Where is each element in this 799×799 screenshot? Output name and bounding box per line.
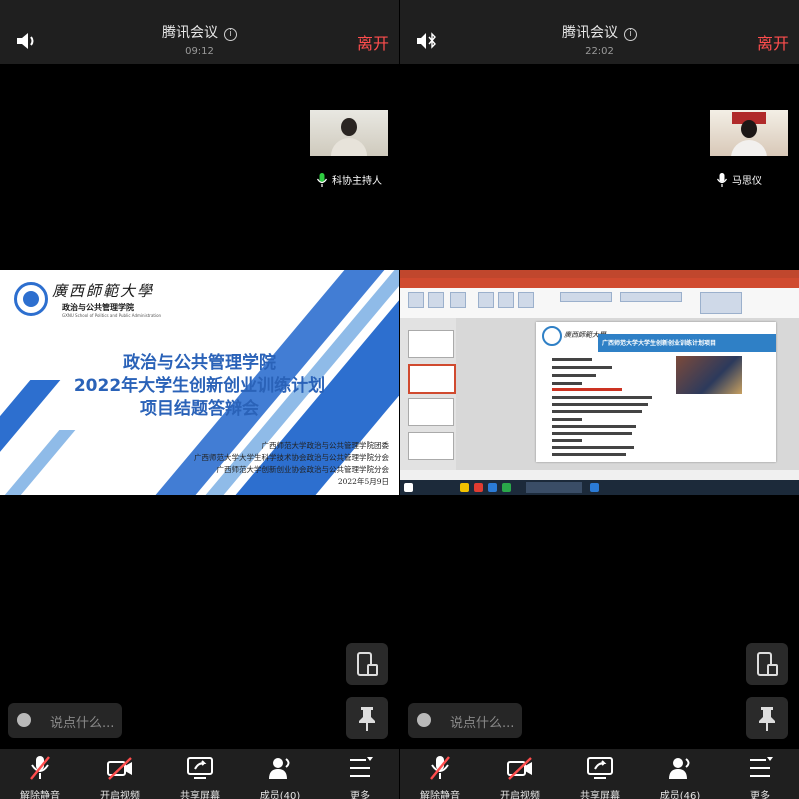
info-icon[interactable]: i [624, 28, 637, 41]
slide-title-line1: 政治与公共管理学院 [123, 353, 276, 373]
shared-screen[interactable]: 廣西師範大學 政治与公共管理学院 GXNU School of Politics… [0, 270, 399, 495]
top-bar: 腾讯会议 i 09:12 离开 [0, 0, 399, 64]
share-screen-button[interactable]: 共享屏幕 [160, 749, 240, 799]
slide-org1: 广西师范大学政治与公共管理学院团委 [261, 441, 390, 450]
pin-icon [359, 707, 375, 731]
more-button[interactable]: 更多 [320, 749, 399, 799]
mic-muted-icon [30, 756, 50, 780]
mic-icon [716, 173, 728, 187]
avatar [341, 118, 357, 136]
top-bar: 腾讯会议 i 22:02 离开 [400, 0, 799, 64]
more-icon [750, 757, 773, 777]
slide-header: 广西师范大学大学生创新创业训练计划项目 [602, 340, 717, 347]
participant-label: 科协主持人 [316, 172, 382, 187]
more-icon [350, 757, 373, 777]
meeting-toolbar: 解除静音 开启视频 共享屏幕 成员(46) 更多 [400, 749, 799, 799]
share-screen-icon [187, 757, 213, 779]
slide-org3: 广西师范大学创新创业协会政治与公共管理学院分会 [216, 465, 390, 474]
mic-icon [316, 173, 328, 187]
university-logo [14, 282, 48, 316]
more-button[interactable]: 更多 [720, 749, 799, 799]
school-name-en: GXNU School of Politics and Public Admin… [62, 313, 162, 318]
leave-button[interactable]: 离开 [357, 30, 389, 54]
university-logo [542, 326, 562, 346]
phone-icon [757, 652, 778, 676]
unmute-button[interactable]: 解除静音 [400, 749, 480, 799]
meeting-time: 09:12 [185, 46, 214, 57]
phone-audio-button[interactable] [346, 643, 388, 685]
camera-off-icon [107, 757, 132, 780]
ppt-titlebar [400, 270, 799, 278]
emoji-icon[interactable] [17, 713, 31, 727]
phone-audio-button[interactable] [746, 643, 788, 685]
slide-date: 2022年5月9日 [337, 477, 389, 486]
chat-input[interactable]: 说点什么... [408, 703, 522, 738]
pin-icon [759, 707, 775, 731]
powerpoint-window: 廣西師範大學 广西师范大学大学生创新创业训练计划项目 [400, 270, 799, 495]
members-icon [669, 758, 690, 779]
meeting-panel-right: 腾讯会议 i 22:02 离开 马思仪 廣西師範大學 广西师范大学大学生创新创业… [400, 0, 799, 799]
members-button[interactable]: 成员(46) [640, 749, 720, 799]
university-name: 廣西師範大學 [52, 282, 155, 300]
pin-button[interactable] [346, 697, 388, 739]
school-name: 政治与公共管理学院 [62, 303, 134, 312]
meeting-title[interactable]: 腾讯会议 i [0, 22, 399, 42]
members-icon [269, 758, 290, 779]
windows-taskbar [400, 480, 799, 495]
avatar [741, 120, 757, 138]
chat-placeholder: 说点什么... [50, 716, 115, 731]
share-screen-icon [587, 757, 613, 779]
participant-video[interactable] [310, 110, 388, 156]
chat-input[interactable]: 说点什么... [8, 703, 122, 738]
mic-muted-icon [430, 756, 450, 780]
start-video-button[interactable]: 开启视频 [80, 749, 160, 799]
share-screen-button[interactable]: 共享屏幕 [560, 749, 640, 799]
slide-canvas: 廣西師範大學 广西师范大学大学生创新创业训练计划项目 [456, 318, 799, 470]
current-slide: 廣西師範大學 广西师范大学大学生创新创业训练计划项目 [536, 322, 776, 462]
slide-title-line2: 2022年大学生创新创业训练计划 [73, 376, 326, 396]
info-icon[interactable]: i [224, 28, 237, 41]
participant-video[interactable] [710, 110, 788, 156]
presentation-slide: 廣西師範大學 政治与公共管理学院 GXNU School of Politics… [0, 270, 399, 495]
meeting-panel-left: 腾讯会议 i 09:12 离开 科协主持人 廣西師範大學 政治与公共管理学院 GX… [0, 0, 399, 799]
meeting-toolbar: 解除静音 开启视频 共享屏幕 成员(40) 更多 [0, 749, 399, 799]
camera-off-icon [507, 757, 532, 780]
slide-photo [676, 356, 742, 394]
ppt-ribbon-tools [400, 288, 799, 319]
slide-thumbnails[interactable] [400, 318, 457, 470]
pin-button[interactable] [746, 697, 788, 739]
meeting-title[interactable]: 腾讯会议 i [400, 22, 799, 42]
members-button[interactable]: 成员(40) [240, 749, 320, 799]
ppt-statusbar [400, 470, 799, 480]
leave-button[interactable]: 离开 [757, 30, 789, 54]
chat-placeholder: 说点什么... [450, 716, 515, 731]
participant-label: 马思仪 [716, 172, 762, 187]
taskbar-window[interactable] [526, 482, 582, 493]
start-video-button[interactable]: 开启视频 [480, 749, 560, 799]
slide-org2: 广西师范大学大学生科学技术协会政治与公共管理学院分会 [194, 453, 389, 462]
ppt-ribbon-tabs [400, 278, 799, 288]
phone-icon [357, 652, 378, 676]
slide-title-line3: 项目结题答辩会 [140, 399, 259, 419]
unmute-button[interactable]: 解除静音 [0, 749, 80, 799]
meeting-time: 22:02 [585, 46, 614, 57]
shared-screen[interactable]: 廣西師範大學 广西师范大学大学生创新创业训练计划项目 [400, 270, 799, 495]
emoji-icon[interactable] [417, 713, 431, 727]
